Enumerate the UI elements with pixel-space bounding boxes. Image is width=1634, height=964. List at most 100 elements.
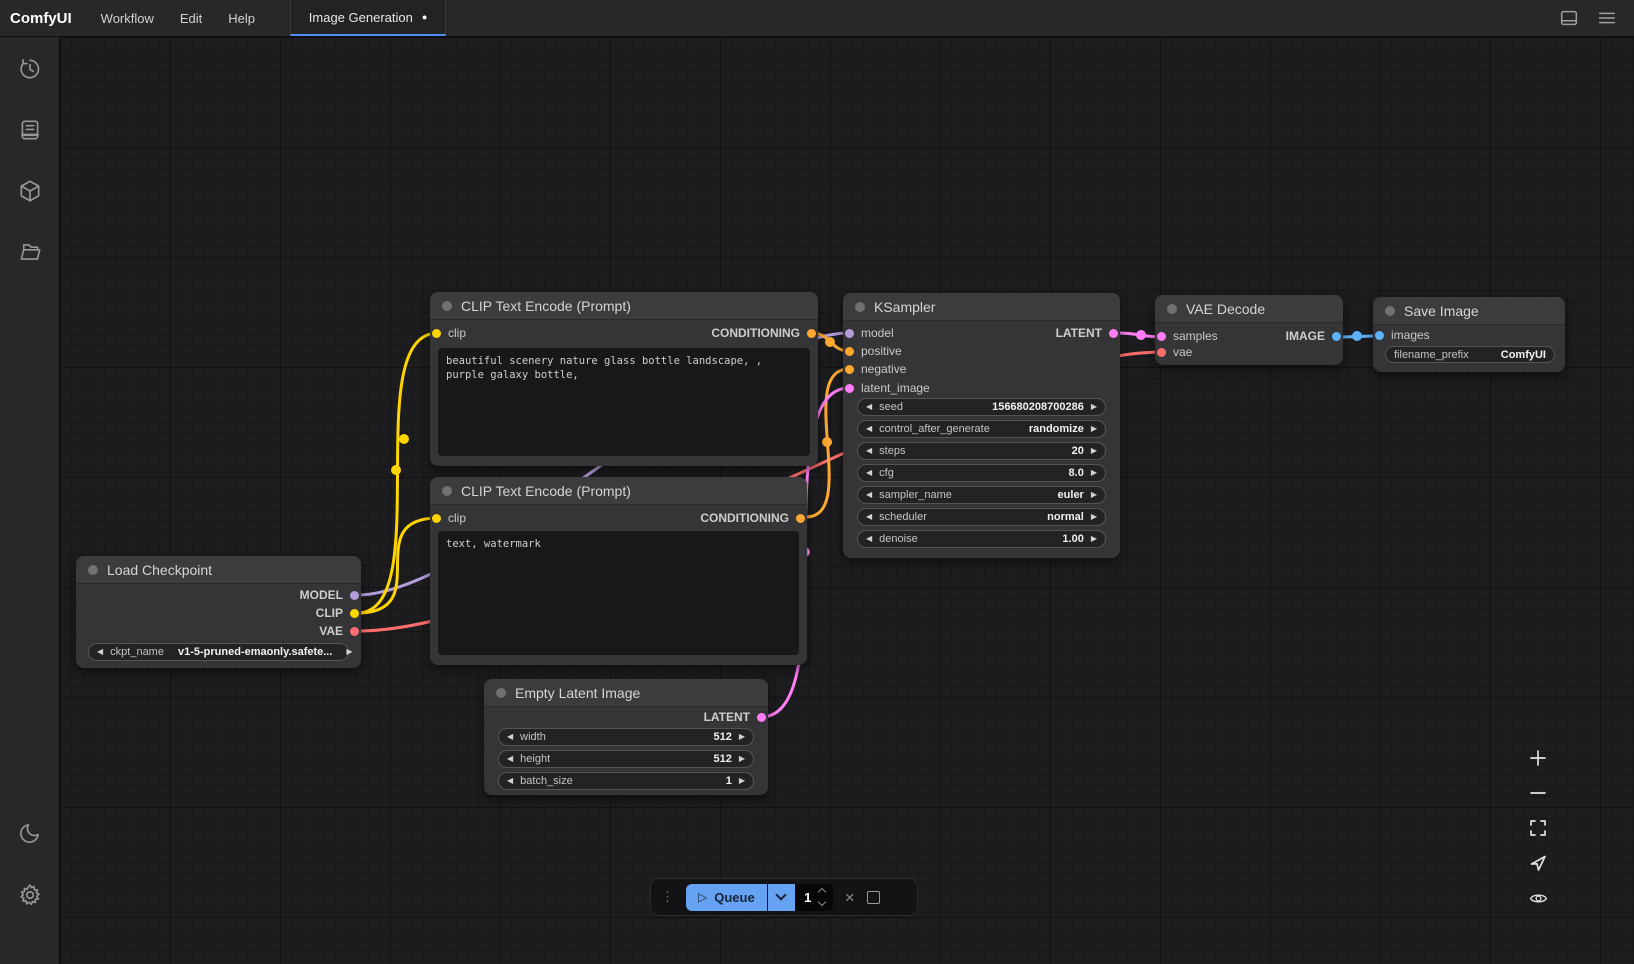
increment-icon[interactable]: ▶ [1091,513,1097,521]
input-clip[interactable]: clip [432,324,466,342]
main-menu-button[interactable] [1592,3,1622,33]
output-latent[interactable]: LATENT [704,708,766,726]
menu-help[interactable]: Help [215,0,268,36]
node-header[interactable]: Load Checkpoint [76,556,361,584]
decrement-icon[interactable]: ◀ [97,648,103,656]
sidebar-item-node-library[interactable] [12,173,48,209]
widget-control-after-generate[interactable]: ◀ control_after_generate randomize ▶ [857,420,1106,438]
decrement-icon[interactable]: ◀ [866,535,872,543]
app-logo[interactable]: ComfyUI [0,0,88,36]
increment-icon[interactable]: ▶ [1091,403,1097,411]
node-header[interactable]: CLIP Text Encode (Prompt) [430,477,807,505]
latent-port-icon[interactable] [757,713,766,722]
sidebar-item-history[interactable] [12,51,48,87]
output-latent[interactable]: LATENT [1056,324,1118,342]
decrement-icon[interactable]: ◀ [507,733,513,741]
fit-view-button[interactable] [1523,813,1553,843]
input-clip[interactable]: clip [432,509,466,527]
queue-button[interactable]: ▷ Queue [686,884,767,911]
widget-scheduler[interactable]: ◀ scheduler normal ▶ [857,508,1106,526]
drag-handle-icon[interactable]: ⋮ [661,889,674,905]
decrement-icon[interactable]: ◀ [866,425,872,433]
widget-width[interactable]: ◀ width 512 ▶ [498,728,754,746]
input-samples[interactable]: samples [1157,328,1218,344]
queue-options-button[interactable] [768,884,795,911]
select-mode-button[interactable] [1523,848,1553,878]
node-clip-text-encode-negative[interactable]: CLIP Text Encode (Prompt) clip CONDITION… [430,477,807,665]
input-vae[interactable]: vae [1157,344,1192,360]
increment-icon[interactable]: ▶ [739,755,745,763]
node-header[interactable]: Empty Latent Image [484,679,768,707]
increment-icon[interactable]: ▶ [346,648,352,656]
increment-icon[interactable]: ▶ [739,777,745,785]
widget-sampler-name[interactable]: ◀ sampler_name euler ▶ [857,486,1106,504]
collapse-dot-icon[interactable] [496,688,506,698]
input-images[interactable]: images [1375,327,1430,343]
widget-filename-prefix[interactable]: filename_prefix ComfyUI [1385,346,1555,363]
increment-icon[interactable]: ▶ [1091,491,1097,499]
latent-port-icon[interactable] [1157,332,1166,341]
widget-cfg[interactable]: ◀ cfg 8.0 ▶ [857,464,1106,482]
latent-port-icon[interactable] [845,384,854,393]
batch-count-input[interactable]: 1 [795,884,833,911]
stop-button[interactable] [867,891,880,904]
increment-icon[interactable]: ▶ [739,733,745,741]
increment-icon[interactable]: ▶ [1091,447,1097,455]
decrement-icon[interactable]: ◀ [866,447,872,455]
node-empty-latent-image[interactable]: Empty Latent Image LATENT ◀ width 512 ▶ … [484,679,768,795]
clip-port-icon[interactable] [432,514,441,523]
model-port-icon[interactable] [845,329,854,338]
widget-steps[interactable]: ◀ steps 20 ▶ [857,442,1106,460]
input-positive[interactable]: positive [845,342,902,360]
prompt-textarea[interactable]: text, watermark [438,531,799,655]
clip-port-icon[interactable] [432,329,441,338]
output-model[interactable]: MODEL [300,586,359,604]
toggle-link-visibility-button[interactable] [1523,883,1553,913]
increment-icon[interactable]: ▶ [1091,425,1097,433]
increment-icon[interactable]: ▶ [1091,535,1097,543]
widget-seed[interactable]: ◀ seed 156680208700286 ▶ [857,398,1106,416]
model-port-icon[interactable] [350,591,359,600]
output-clip[interactable]: CLIP [316,604,359,622]
collapse-dot-icon[interactable] [1167,304,1177,314]
output-conditioning[interactable]: CONDITIONING [711,324,816,342]
node-header[interactable]: Save Image [1373,297,1565,325]
node-ksampler[interactable]: KSampler model positive negative latent_… [843,293,1120,558]
decrement-icon[interactable]: ◀ [866,403,872,411]
vae-port-icon[interactable] [1157,348,1166,357]
zoom-out-button[interactable] [1523,778,1553,808]
count-increment-icon[interactable] [817,888,825,896]
collapse-dot-icon[interactable] [442,486,452,496]
input-latent-image[interactable]: latent_image [845,379,930,397]
image-port-icon[interactable] [1375,331,1384,340]
prompt-textarea[interactable]: beautiful scenery nature glass bottle la… [438,348,810,456]
decrement-icon[interactable]: ◀ [507,755,513,763]
conditioning-port-icon[interactable] [807,329,816,338]
node-clip-text-encode-positive[interactable]: CLIP Text Encode (Prompt) clip CONDITION… [430,292,818,466]
sidebar-item-workflows[interactable] [12,234,48,270]
conditioning-port-icon[interactable] [796,514,805,523]
count-decrement-icon[interactable] [817,898,825,906]
node-header[interactable]: VAE Decode [1155,295,1343,323]
widget-height[interactable]: ◀ height 512 ▶ [498,750,754,768]
node-header[interactable]: CLIP Text Encode (Prompt) [430,292,818,320]
widget-ckpt-name[interactable]: ◀ ckpt_name v1-5-pruned-emaonly.safete..… [88,643,349,661]
decrement-icon[interactable]: ◀ [866,491,872,499]
node-save-image[interactable]: Save Image images filename_prefix ComfyU… [1373,297,1565,372]
node-load-checkpoint[interactable]: Load Checkpoint MODEL CLIP VAE ◀ ckpt_na… [76,556,361,668]
collapse-dot-icon[interactable] [88,565,98,575]
increment-icon[interactable]: ▶ [1091,469,1097,477]
decrement-icon[interactable]: ◀ [866,513,872,521]
output-image[interactable]: IMAGE [1286,328,1341,344]
collapse-dot-icon[interactable] [855,302,865,312]
conditioning-port-icon[interactable] [845,347,854,356]
image-port-icon[interactable] [1332,332,1341,341]
zoom-in-button[interactable] [1523,743,1553,773]
node-header[interactable]: KSampler [843,293,1120,321]
output-conditioning[interactable]: CONDITIONING [700,509,805,527]
toggle-bottom-panel-button[interactable] [1554,3,1584,33]
theme-toggle-button[interactable] [12,815,48,851]
latent-port-icon[interactable] [1109,329,1118,338]
collapse-dot-icon[interactable] [1385,306,1395,316]
menu-workflow[interactable]: Workflow [88,0,167,36]
